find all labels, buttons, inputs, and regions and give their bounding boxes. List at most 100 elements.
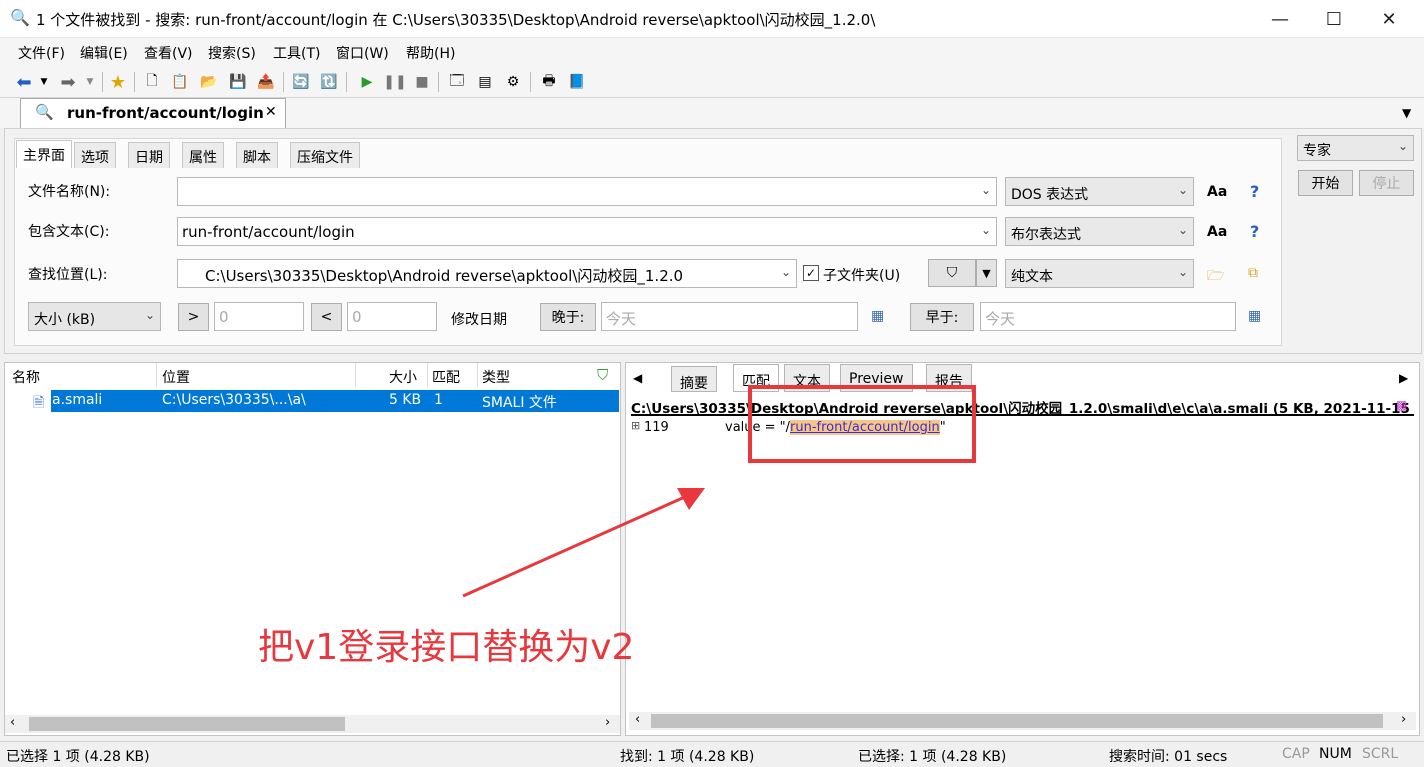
after-button[interactable]: 晚于: bbox=[540, 303, 596, 331]
greater-than-button[interactable]: > bbox=[178, 303, 209, 331]
open-icon[interactable]: 📂 bbox=[199, 72, 219, 92]
filename-input[interactable]: ⌄ bbox=[177, 177, 997, 206]
menu-view[interactable]: 查看(V) bbox=[144, 43, 193, 63]
after-date-input[interactable]: 今天 bbox=[601, 302, 858, 331]
tab-attributes[interactable]: 属性 bbox=[182, 142, 224, 168]
refresh-icon[interactable]: 🔄 bbox=[291, 72, 311, 92]
folder-icon[interactable]: 🗁 bbox=[1207, 265, 1224, 289]
filter-add-icon[interactable]: ⛉ bbox=[597, 366, 608, 384]
before-date-input[interactable]: 今天 bbox=[980, 302, 1236, 331]
save-icon[interactable]: 💾 bbox=[228, 72, 248, 92]
preview-pane: ◀ ▶ bbox=[625, 362, 1420, 736]
status-num: NUM bbox=[1319, 746, 1352, 762]
maximize-button[interactable]: ☐ bbox=[1311, 0, 1357, 38]
text-mode-select[interactable]: 纯文本 ⌄ bbox=[1005, 259, 1194, 288]
tab-archive[interactable]: 压缩文件 bbox=[290, 142, 360, 168]
location-label: 查找位置(L): bbox=[28, 267, 108, 283]
favorites-star-icon[interactable]: ★ bbox=[108, 72, 128, 93]
menu-edit[interactable]: 编辑(E) bbox=[80, 43, 128, 63]
tab-scroll-left-icon[interactable]: ◀ bbox=[633, 371, 642, 385]
size-unit-select[interactable]: 大小 (kB) ⌄ bbox=[28, 302, 161, 331]
export-icon[interactable]: 📤 bbox=[256, 72, 276, 92]
subfolder-checkbox[interactable]: ✓ bbox=[803, 265, 819, 281]
stop-icon[interactable]: ■ bbox=[412, 72, 432, 92]
menu-search[interactable]: 搜索(S) bbox=[208, 43, 256, 63]
tab-list-dropdown-icon[interactable]: ▼ bbox=[1402, 106, 1411, 120]
menu-tools[interactable]: 工具(T) bbox=[273, 43, 320, 63]
min-size-input[interactable]: 0 bbox=[214, 302, 304, 331]
copy-icon[interactable]: 📋 bbox=[170, 72, 190, 92]
preview-horizontal-scrollbar[interactable]: ‹ › bbox=[629, 712, 1416, 730]
file-icon: 🗎 bbox=[33, 395, 45, 411]
calendar-icon[interactable]: ▦ bbox=[871, 308, 884, 324]
stop-button[interactable]: 停止 bbox=[1359, 170, 1414, 196]
chevron-down-icon: ⌄ bbox=[1177, 183, 1188, 197]
filter-dropdown-icon[interactable]: ▼ bbox=[976, 259, 997, 287]
window-title: 1 个文件被找到 - 搜索: run-front/account/login 在… bbox=[36, 11, 876, 29]
mode-select[interactable]: 专家 ⌄ bbox=[1297, 135, 1414, 161]
max-size-input[interactable]: 0 bbox=[347, 302, 437, 331]
new-document-icon[interactable]: 🗋 bbox=[142, 72, 162, 92]
tab-options[interactable]: 选项 bbox=[74, 142, 116, 168]
modified-date-label: 修改日期 bbox=[451, 312, 507, 328]
layout-icon[interactable]: ▤ bbox=[475, 72, 495, 92]
contains-input[interactable]: run-front/account/login ⌄ bbox=[177, 217, 997, 246]
help-book-icon[interactable]: 📘 bbox=[567, 72, 587, 92]
annotation-arrow-icon bbox=[462, 488, 705, 598]
expand-icon[interactable]: ⊞ bbox=[631, 419, 640, 432]
back-arrow-icon[interactable]: ⬅ bbox=[14, 72, 34, 93]
back-dropdown-icon[interactable]: ▼ bbox=[34, 72, 54, 92]
doc-tab[interactable]: 🔍 run-front/account/login ✕ bbox=[20, 98, 286, 128]
menu-window[interactable]: 窗口(W) bbox=[336, 43, 389, 63]
minimize-button[interactable]: — bbox=[1257, 0, 1303, 38]
less-than-button[interactable]: < bbox=[311, 303, 342, 331]
chevron-down-icon: ⌄ bbox=[1177, 265, 1188, 279]
filename-mode-select[interactable]: DOS 表达式 ⌄ bbox=[1005, 177, 1194, 206]
close-tab-icon[interactable]: ✕ bbox=[265, 104, 277, 120]
close-button[interactable]: ✕ bbox=[1366, 0, 1412, 38]
status-cap: CAP bbox=[1282, 746, 1310, 762]
tab-main[interactable]: 主界面 bbox=[16, 140, 72, 168]
settings-icon[interactable]: ⚙ bbox=[503, 72, 523, 92]
sync-icon[interactable]: 🔃 bbox=[319, 72, 339, 92]
case-sensitive-icon[interactable]: Aa bbox=[1207, 224, 1227, 240]
menu-help[interactable]: 帮助(H) bbox=[406, 43, 455, 63]
tab-script[interactable]: 脚本 bbox=[236, 142, 278, 168]
pause-icon[interactable]: ❚❚ bbox=[383, 72, 406, 92]
help-icon[interactable]: ? bbox=[1250, 222, 1259, 241]
column-type[interactable]: 类型 bbox=[482, 367, 510, 387]
contains-mode-select[interactable]: 布尔表达式 ⌄ bbox=[1005, 217, 1194, 246]
folders-icon[interactable]: ⧉ bbox=[1248, 265, 1258, 281]
row-size: 5 KB bbox=[389, 392, 422, 408]
play-icon[interactable]: ▶ bbox=[357, 72, 377, 92]
start-button[interactable]: 开始 bbox=[1298, 170, 1353, 196]
window-icon[interactable]: 🗔 bbox=[447, 72, 467, 92]
print-icon[interactable]: 🖶 bbox=[539, 72, 559, 92]
horizontal-scrollbar[interactable]: ‹ › bbox=[5, 715, 620, 733]
column-name[interactable]: 名称 bbox=[12, 367, 40, 387]
case-sensitive-icon[interactable]: Aa bbox=[1207, 184, 1227, 200]
status-search-time: 搜索时间: 01 secs bbox=[1109, 749, 1228, 765]
before-button[interactable]: 早于: bbox=[910, 303, 974, 331]
tab-date[interactable]: 日期 bbox=[128, 142, 170, 168]
column-size[interactable]: 大小 bbox=[389, 367, 417, 387]
forward-dropdown-icon[interactable]: ▼ bbox=[80, 72, 100, 92]
chevron-down-icon: ⌄ bbox=[144, 308, 155, 322]
table-row[interactable]: a.smali C:\Users\30335\...\a\ 5 KB 1 SMA… bbox=[51, 390, 619, 412]
forward-arrow-icon[interactable]: ➡ bbox=[58, 72, 78, 93]
line-number: 119 bbox=[644, 420, 669, 435]
column-location[interactable]: 位置 bbox=[162, 367, 190, 387]
column-matches[interactable]: 匹配 bbox=[432, 367, 460, 387]
menu-file[interactable]: 文件(F) bbox=[18, 43, 65, 63]
tab-scroll-right-icon[interactable]: ▶ bbox=[1399, 371, 1408, 385]
chevron-down-icon: ⌄ bbox=[1177, 223, 1188, 237]
tab-summary[interactable]: 摘要 bbox=[671, 366, 717, 392]
row-matches: 1 bbox=[434, 392, 443, 408]
row-location: C:\Users\30335\...\a\ bbox=[162, 392, 306, 408]
search-icon: 🔍 bbox=[35, 103, 54, 121]
annotation-highlight-box bbox=[748, 385, 976, 463]
calendar-icon[interactable]: ▦ bbox=[1248, 308, 1261, 324]
location-input[interactable]: C:\Users\30335\Desktop\Android reverse\a… bbox=[177, 259, 797, 288]
filter-funnel-icon[interactable]: ⛉ bbox=[928, 259, 976, 287]
help-icon[interactable]: ? bbox=[1250, 182, 1259, 201]
